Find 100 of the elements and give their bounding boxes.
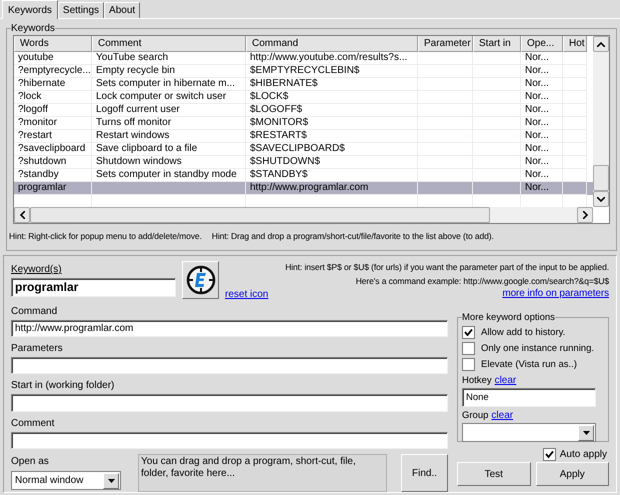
- table-cell: youtube: [18, 52, 54, 63]
- field-label: Command: [11, 304, 58, 318]
- field-label: Parameters: [11, 342, 64, 355]
- list-row[interactable]: ?restart Restart windows $RESTART$ Nor...: [14, 130, 593, 143]
- vertical-scrollbar[interactable]: [593, 36, 609, 207]
- scroll-up-icon[interactable]: [593, 36, 609, 52]
- scroll-left-icon[interactable]: [14, 207, 30, 223]
- text-field[interactable]: [11, 356, 448, 374]
- keyword-field[interactable]: programlar: [11, 278, 176, 297]
- drop-area[interactable]: You can drag and drop a program, short-cut, file, folder, favorite here...: [138, 454, 387, 492]
- column-header[interactable]: Parameter: [418, 36, 473, 52]
- table-cell: YouTube search: [96, 52, 168, 63]
- table-cell: Nor...: [525, 182, 549, 193]
- column-header[interactable]: Words: [14, 36, 92, 52]
- table-cell: Nor...: [525, 169, 549, 180]
- scroll-thumb[interactable]: [30, 207, 490, 223]
- table-cell: Logoff current user: [96, 104, 180, 115]
- hotkey-field[interactable]: None: [462, 388, 596, 407]
- hint-text: Hint: Right-click for popup menu to add/delete/move.: [9, 230, 202, 243]
- table-cell: Nor...: [525, 91, 549, 102]
- list-row[interactable]: ?shutdown Shutdown windows $SHUTDOWN$ Nor...: [14, 156, 593, 169]
- checkbox[interactable]: [462, 358, 475, 370]
- checkbox-label: Only one instance running.: [481, 342, 594, 354]
- open-as-dropdown[interactable]: Normal window: [11, 471, 121, 490]
- list-row[interactable]: ?logoff Logoff current user $LOGOFF$ Nor...: [14, 104, 593, 117]
- table-cell: ?saveclipboard: [18, 143, 86, 154]
- checkbox[interactable]: [542, 448, 556, 460]
- checkbox-label: Elevate (Vista run as..): [481, 358, 577, 370]
- action-button[interactable]: Apply: [536, 462, 609, 486]
- table-cell: $LOGOFF$: [250, 104, 302, 115]
- list-row[interactable]: ?monitor Turns off monitor $MONITOR$ Nor...: [14, 117, 593, 130]
- list-row[interactable]: ?emptyrecycle... Empty recycle bin $EMPTYRECYCLEBIN$ Nor...: [14, 65, 593, 78]
- table-cell: Nor...: [525, 156, 549, 167]
- table-cell: Nor...: [525, 104, 549, 115]
- clear-link[interactable]: clear: [491, 409, 514, 422]
- horizontal-scrollbar[interactable]: [14, 207, 593, 223]
- table-cell: $SHUTDOWN$: [250, 156, 320, 167]
- table-cell: ?hibernate: [18, 78, 66, 89]
- table-cell: $EMPTYRECYCLEBIN$: [250, 65, 360, 76]
- checkbox-label: Allow add to history.: [481, 326, 566, 338]
- scroll-down-icon[interactable]: [593, 191, 609, 207]
- list-row[interactable]: ?saveclipboard Save clipboard to a file $SAVECLIPBOARD$ Nor...: [14, 143, 593, 156]
- table-cell: Nor...: [525, 143, 549, 154]
- icon-button[interactable]: [182, 261, 219, 299]
- scroll-right-icon[interactable]: [577, 207, 593, 223]
- table-cell: Nor...: [525, 78, 549, 89]
- table-cell: ?shutdown: [18, 156, 66, 167]
- table-cell: ?standby: [18, 169, 59, 180]
- checkbox[interactable]: [462, 326, 475, 338]
- list-row[interactable]: youtube YouTube search http://www.youtube.com/results?s... Nor...: [14, 52, 593, 65]
- field-label: Comment: [11, 416, 56, 430]
- table-cell: Sets computer in hibernate m...: [96, 78, 235, 89]
- table-cell: ?logoff: [18, 104, 48, 115]
- find-button[interactable]: Find..: [401, 454, 448, 492]
- group-dropdown[interactable]: [462, 423, 596, 442]
- table-cell: Sets computer in standby mode: [96, 169, 237, 180]
- table-cell: Nor...: [525, 117, 549, 128]
- table-cell: $SAVECLIPBOARD$: [250, 143, 345, 154]
- checkbox[interactable]: [462, 342, 475, 354]
- table-cell: Restart windows: [96, 130, 170, 141]
- table-cell: $RESTART$: [250, 130, 307, 141]
- list-row[interactable]: programlar http://www.programlar.com Nor...: [14, 182, 593, 195]
- clear-link[interactable]: clear: [494, 374, 516, 387]
- table-cell: Nor...: [525, 130, 549, 141]
- column-header[interactable]: Start in: [473, 36, 521, 52]
- table-cell: http://www.programlar.com: [250, 182, 368, 193]
- action-button[interactable]: Test: [457, 462, 530, 486]
- target-icon: [186, 265, 216, 295]
- table-cell: Empty recycle bin: [96, 65, 175, 76]
- hint-text: Hint: insert $P$ or $U$ (for urls) if you want the parameter part of the input to be applied.: [285, 261, 609, 274]
- hint-text: Hint: Drag and drop a program/short-cut/file/favorite to the list above (to add).: [212, 230, 494, 243]
- table-cell: programlar: [18, 182, 66, 193]
- tab[interactable]: Settings: [58, 2, 104, 18]
- tab[interactable]: Keywords: [2, 0, 58, 19]
- table-cell: Lock computer or switch user: [96, 91, 226, 102]
- field-label: Keyword(s): [11, 263, 63, 276]
- column-header[interactable]: Hot: [563, 36, 587, 52]
- table-cell: Nor...: [525, 65, 549, 76]
- list-row[interactable]: ?lock Lock computer or switch user $LOCK$ Nor...: [14, 91, 593, 104]
- group-title: More keyword options: [462, 311, 555, 324]
- table-cell: Turns off monitor: [96, 117, 172, 128]
- column-header[interactable]: Ope...: [521, 36, 563, 52]
- text-field[interactable]: http://www.programlar.com: [11, 320, 448, 337]
- reset-icon-link[interactable]: reset icon: [225, 289, 268, 300]
- table-cell: $HIBERNATE$: [250, 78, 318, 89]
- table-cell: ?monitor: [18, 117, 57, 128]
- group-title: Keywords: [11, 22, 55, 35]
- text-field[interactable]: [11, 394, 448, 412]
- table-cell: $MONITOR$: [250, 117, 308, 128]
- table-cell: Nor...: [525, 52, 549, 63]
- list-row[interactable]: ?hibernate Sets computer in hibernate m... $HIBERNATE$ Nor...: [14, 78, 593, 91]
- scroll-thumb[interactable]: [593, 165, 609, 191]
- column-header[interactable]: Comment: [92, 36, 246, 52]
- tab[interactable]: About: [104, 2, 140, 18]
- text-field[interactable]: [11, 432, 448, 449]
- field-label: Open as: [11, 455, 50, 469]
- column-header[interactable]: Command: [246, 36, 418, 52]
- field-label: Start in (working folder): [11, 379, 116, 392]
- more-info-link[interactable]: more info on parameters: [502, 288, 609, 300]
- table-cell: Shutdown windows: [96, 156, 182, 167]
